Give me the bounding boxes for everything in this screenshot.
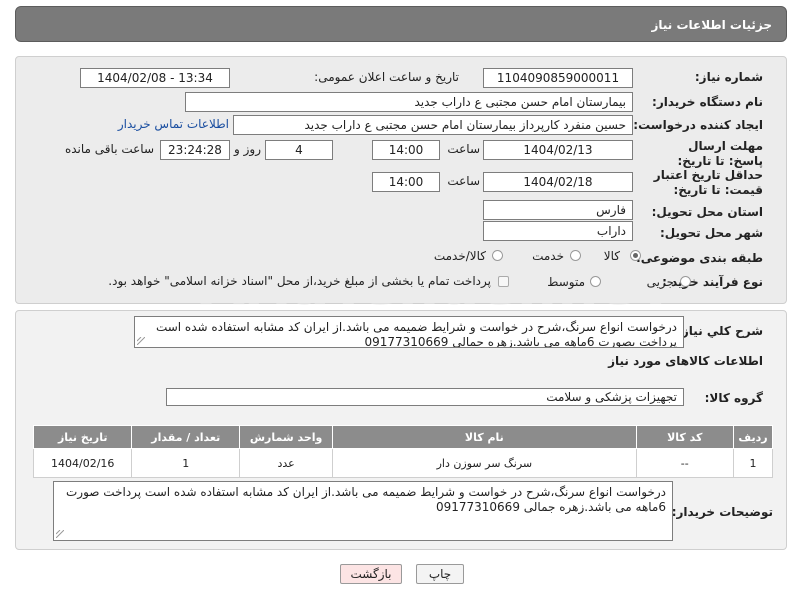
print-button[interactable]: چاپ bbox=[416, 564, 464, 584]
creator-field: حسین منفرد کارپرداز بیمارستان امام حسن م… bbox=[233, 115, 633, 135]
purchase-type-label: نوع فرآیند خرید : bbox=[662, 275, 763, 289]
price-validity-label: حداقل تاریخ اعتبار قیمت: تا تاریخ: bbox=[653, 168, 763, 197]
need-number-field: 1104090859000011 bbox=[483, 68, 633, 88]
purchase-radio-minor[interactable] bbox=[680, 276, 691, 287]
table-row: 1 -- سرنگ سر سوزن دار عدد 1 1404/02/16 bbox=[32, 448, 773, 478]
treasury-payment-checkbox[interactable] bbox=[498, 276, 509, 287]
buyer-notes-text: درخواست انواع سرنگ،شرح در خواست و شرایط … bbox=[65, 485, 666, 514]
announce-datetime-field: 1404/02/08 - 13:34 bbox=[80, 68, 230, 88]
resize-grip-icon[interactable] bbox=[137, 337, 145, 345]
category-radio-goods[interactable] bbox=[630, 250, 641, 261]
delivery-province-label: استان محل تحویل: bbox=[651, 205, 763, 219]
delivery-city-label: شهر محل تحویل: bbox=[659, 226, 763, 240]
creator-label: ایجاد کننده درخواست: bbox=[633, 118, 763, 132]
announce-datetime-label: تاریخ و ساعت اعلان عمومی: bbox=[314, 70, 459, 84]
goods-info-heading: اطلاعات کالاهای مورد نیاز bbox=[608, 354, 763, 368]
col-goods-code: کد کالا bbox=[635, 425, 735, 449]
need-number-label: شماره نیاز: bbox=[694, 70, 763, 84]
col-quantity: تعداد / مقدار bbox=[131, 425, 241, 449]
goods-table: ردیف کد کالا نام کالا واحد شمارش تعداد /… bbox=[32, 425, 773, 478]
resize-grip-icon[interactable] bbox=[56, 530, 64, 538]
category-label: طبقه بندی موضوعی: bbox=[635, 251, 763, 265]
col-unit: واحد شمارش bbox=[239, 425, 334, 449]
category-option-both: کالا/خدمت bbox=[433, 249, 486, 263]
cell-goods-name: سرنگ سر سوزن دار bbox=[332, 448, 637, 478]
city-field: داراب bbox=[483, 221, 633, 241]
page-title: جزئیات اطلاعات نیاز bbox=[651, 18, 772, 32]
price-hour-label: ساعت bbox=[447, 174, 480, 188]
remaining-label: ساعت باقی مانده bbox=[64, 142, 154, 156]
general-description-textarea: درخواست انواع سرنگ،شرح در خواست و شرایط … bbox=[134, 316, 684, 348]
buyer-org-field: بیمارستان امام حسن مجتبی ع داراب جدید bbox=[185, 92, 633, 112]
treasury-payment-note: پرداخت تمام یا بخشی از مبلغ خرید،از محل … bbox=[108, 274, 491, 288]
goods-table-header: ردیف کد کالا نام کالا واحد شمارش تعداد /… bbox=[32, 425, 773, 449]
category-radio-both[interactable] bbox=[492, 250, 503, 261]
back-button[interactable]: بازگشت bbox=[340, 564, 402, 584]
reply-days-field: 4 bbox=[265, 140, 333, 160]
purchase-radio-medium[interactable] bbox=[590, 276, 601, 287]
reply-time-field: 14:00 bbox=[372, 140, 440, 160]
cell-quantity: 1 bbox=[131, 448, 241, 478]
general-description-text: درخواست انواع سرنگ،شرح در خواست و شرایط … bbox=[155, 320, 677, 348]
col-need-date: تاریخ نیاز bbox=[32, 425, 133, 449]
general-description-label: شرح كلي نياز: bbox=[677, 324, 763, 338]
buyer-notes-textarea: درخواست انواع سرنگ،شرح در خواست و شرایط … bbox=[53, 481, 673, 541]
remaining-time-field: 23:24:28 bbox=[160, 140, 230, 160]
buyer-notes-label: توضیحات خریدار: bbox=[671, 505, 773, 519]
cell-row-number: 1 bbox=[733, 448, 773, 478]
price-date-field: 1404/02/18 bbox=[483, 172, 633, 192]
reply-deadline-label: مهلت ارسال پاسخ: تا تاریخ: bbox=[677, 139, 764, 168]
buyer-contact-link[interactable]: اطلاعات تماس خریدار bbox=[118, 117, 229, 131]
cell-need-date: 1404/02/16 bbox=[32, 448, 133, 478]
category-option-goods: کالا bbox=[603, 249, 620, 263]
purchase-option-medium: متوسط bbox=[547, 275, 585, 289]
purchase-option-minor: جزیی bbox=[646, 275, 674, 289]
page-header: جزئیات اطلاعات نیاز bbox=[15, 6, 787, 42]
province-field: فارس bbox=[483, 200, 633, 220]
price-time-field: 14:00 bbox=[372, 172, 440, 192]
col-goods-name: نام کالا bbox=[332, 425, 637, 449]
cell-goods-code: -- bbox=[635, 448, 735, 478]
day-and-label: روز و bbox=[234, 142, 261, 156]
category-option-service: خدمت bbox=[532, 249, 564, 263]
category-radio-service[interactable] bbox=[570, 250, 581, 261]
buyer-org-label: نام دستگاه خریدار: bbox=[652, 95, 763, 109]
goods-group-field: تجهیزات پزشکی و سلامت bbox=[166, 388, 684, 406]
goods-group-label: گروه کالا: bbox=[704, 391, 763, 405]
reply-hour-label: ساعت bbox=[447, 142, 480, 156]
col-row-number: ردیف bbox=[733, 425, 773, 449]
reply-date-field: 1404/02/13 bbox=[483, 140, 633, 160]
cell-unit: عدد bbox=[239, 448, 334, 478]
